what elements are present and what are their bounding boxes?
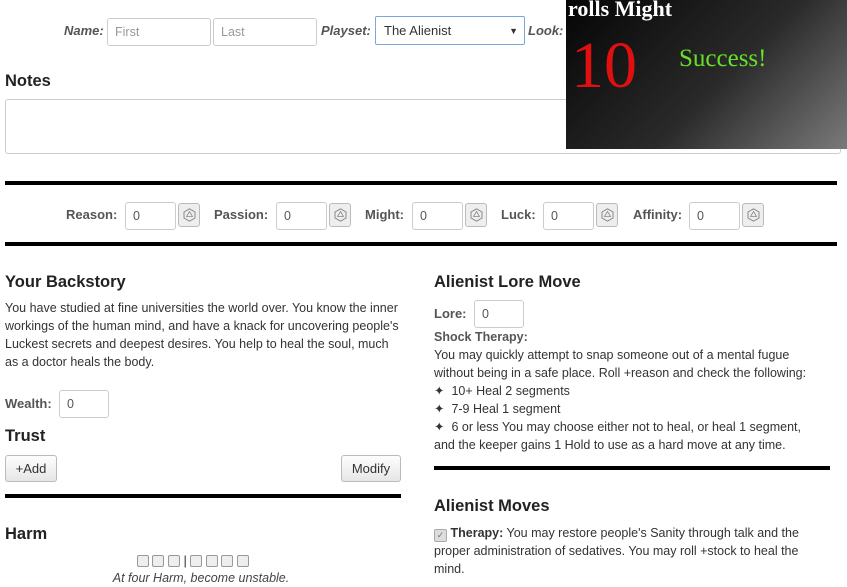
dice-icon: [470, 208, 483, 222]
bullet-icon: ✦: [434, 384, 445, 398]
playset-value: The Alienist: [384, 23, 452, 38]
affinity-roll-button[interactable]: [742, 203, 764, 227]
wealth-input[interactable]: [59, 390, 109, 418]
last-name-input[interactable]: [213, 18, 317, 46]
luck-input[interactable]: [543, 202, 594, 230]
therapy-name: Therapy:: [450, 526, 504, 540]
divider: [5, 181, 837, 185]
add-trust-button[interactable]: +Add: [5, 455, 57, 482]
first-name-input[interactable]: [107, 18, 211, 46]
harm-separator: |: [183, 553, 187, 569]
backstory-title: Your Backstory: [5, 273, 126, 291]
divider: [5, 242, 837, 246]
shock-therapy-title: Shock Therapy:: [434, 330, 528, 344]
backstory-text: You have studied at fine universities th…: [5, 301, 399, 369]
passion-roll-button[interactable]: [329, 203, 351, 227]
lore-label: Lore:: [434, 306, 467, 321]
moves-title: Alienist Moves: [434, 497, 550, 515]
dice-icon: [601, 208, 614, 222]
dice-icon: [334, 208, 347, 222]
shock-therapy-text: You may quickly attempt to snap someone …: [434, 348, 807, 380]
stat-label-affinity: Affinity:: [633, 207, 683, 222]
harm-checkbox[interactable]: [167, 554, 180, 567]
harm-checkbox[interactable]: [236, 554, 249, 567]
bullet-icon: ✦: [434, 420, 445, 434]
outcome-item: ✦ 7-9 Heal 1 segment: [434, 402, 561, 416]
stat-label-might: Might:: [365, 207, 404, 222]
harm-checkbox[interactable]: [221, 554, 234, 567]
look-label: Look:: [528, 23, 564, 38]
harm-checkbox[interactable]: [205, 554, 218, 567]
harm-caption: At four Harm, become unstable.: [112, 571, 290, 585]
roll-outcome: Success!: [679, 45, 767, 72]
harm-title: Harm: [5, 525, 48, 543]
affinity-input[interactable]: [689, 202, 740, 230]
harm-checkbox[interactable]: [137, 554, 149, 567]
therapy-checkbox[interactable]: ✓: [434, 529, 447, 542]
outcome-item: ✦ 10+ Heal 2 segments: [434, 384, 570, 398]
name-label: Name:: [64, 23, 104, 38]
bullet-icon: ✦: [434, 402, 445, 416]
roll-result-popup: rolls Might 10 Success!: [566, 0, 847, 149]
dice-icon: [747, 208, 760, 222]
therapy-move: ✓ Therapy: You may restore people's Sani…: [434, 524, 830, 578]
shock-therapy-block: Shock Therapy: You may quickly attempt t…: [434, 329, 830, 454]
might-roll-button[interactable]: [465, 203, 487, 227]
notes-title: Notes: [5, 72, 51, 90]
divider: [434, 466, 830, 470]
harm-checkbox[interactable]: [152, 554, 165, 567]
outcome-item: ✦ 6 or less You may choose either not to…: [434, 420, 801, 434]
dropdown-arrow-icon: ▼: [509, 26, 518, 36]
dice-icon: [183, 208, 196, 222]
stat-label-luck: Luck:: [501, 207, 536, 222]
lore-input[interactable]: [474, 300, 524, 328]
outcome-continuation: and the keeper gains 1 Hold to use as a …: [434, 438, 786, 452]
passion-input[interactable]: [276, 202, 327, 230]
stat-label-reason: Reason:: [66, 207, 118, 222]
trust-title: Trust: [5, 427, 46, 445]
harm-track: |: [137, 553, 249, 568]
reason-roll-button[interactable]: [178, 203, 200, 227]
divider: [5, 494, 401, 498]
might-input[interactable]: [412, 202, 463, 230]
playset-label: Playset:: [321, 23, 371, 38]
modify-trust-button[interactable]: Modify: [341, 455, 401, 482]
luck-roll-button[interactable]: [596, 203, 618, 227]
roll-result-value: 10: [571, 29, 637, 102]
stat-label-passion: Passion:: [214, 207, 269, 222]
harm-checkbox[interactable]: [190, 554, 203, 567]
wealth-label: Wealth:: [5, 396, 52, 411]
playset-select[interactable]: The Alienist ▼: [375, 16, 525, 45]
lore-move-title: Alienist Lore Move: [434, 273, 581, 291]
reason-input[interactable]: [125, 202, 176, 230]
roll-heading: rolls Might: [568, 0, 673, 21]
